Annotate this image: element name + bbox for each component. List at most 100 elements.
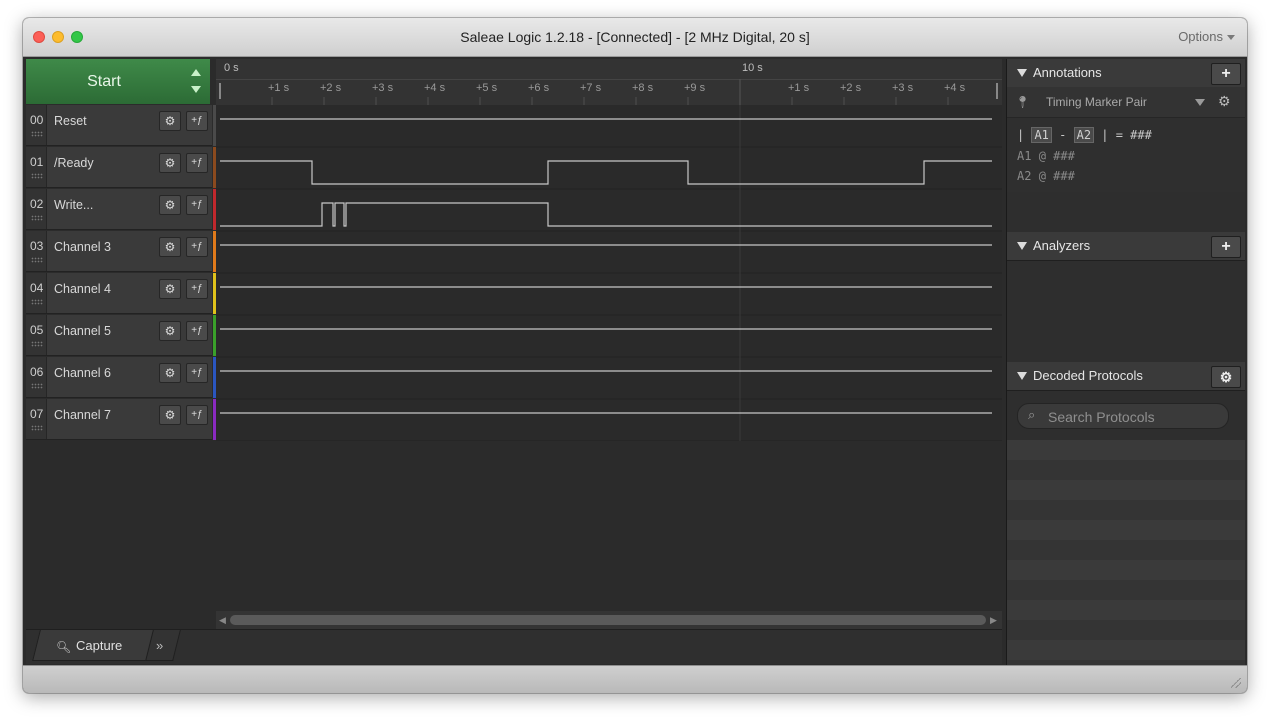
search-protocols-box[interactable]: ⌕ — [1017, 403, 1229, 429]
channel-name[interactable]: Channel 6 — [54, 366, 111, 380]
drag-handle-icon[interactable] — [31, 383, 43, 389]
start-button[interactable]: Start — [26, 59, 183, 104]
measurement-value: = ### — [1115, 128, 1152, 142]
channel-name[interactable]: /Ready — [54, 156, 94, 170]
double-chevron-right-icon[interactable]: » — [156, 638, 163, 653]
empty-waveform-area — [26, 441, 1002, 611]
channel-number: 07 — [30, 407, 44, 421]
channel-settings-button[interactable]: ⚙ — [159, 279, 181, 299]
gear-icon[interactable]: ⚙ — [1218, 93, 1231, 110]
annotations-title: Annotations — [1033, 65, 1102, 80]
analyzers-header[interactable]: Analyzers + — [1007, 232, 1245, 261]
channel-number-cell: 01 — [26, 147, 47, 187]
channel-row[interactable]: 06 Channel 6 ⚙ +ƒ — [26, 357, 212, 398]
status-bar — [23, 665, 1247, 693]
drag-handle-icon[interactable] — [31, 341, 43, 347]
channel-name[interactable]: Channel 7 — [54, 408, 111, 422]
timing-marker-label: Timing Marker Pair — [1046, 95, 1147, 109]
horizontal-scrollbar[interactable]: ◀ ▶ — [216, 611, 1002, 629]
channel-row[interactable]: 01 /Ready ⚙ +ƒ — [26, 147, 212, 188]
add-annotation-button[interactable]: + — [1211, 63, 1241, 85]
channel-row[interactable]: 07 Channel 7 ⚙ +ƒ — [26, 399, 212, 440]
resize-grip-icon[interactable] — [1231, 678, 1241, 688]
channel-number: 02 — [30, 197, 44, 211]
channel-row[interactable]: 04 Channel 4 ⚙ +ƒ — [26, 273, 212, 314]
waveform-area[interactable] — [216, 105, 1002, 441]
collapse-triangle-icon[interactable] — [1017, 242, 1027, 250]
search-input[interactable] — [1046, 406, 1220, 428]
channel-settings-button[interactable]: ⚙ — [159, 153, 181, 173]
channel-number: 04 — [30, 281, 44, 295]
marker-a1-line: A1 @ ### — [1017, 149, 1075, 163]
marker-a2-value: @ ### — [1038, 169, 1075, 183]
scroll-right-arrow-icon[interactable]: ▶ — [990, 615, 997, 626]
channel-settings-button[interactable]: ⚙ — [159, 111, 181, 131]
timing-marker-row[interactable]: 📍︎ Timing Marker Pair ⚙ — [1007, 87, 1245, 118]
drag-handle-icon[interactable] — [31, 215, 43, 221]
channel-trigger-button[interactable]: +ƒ — [186, 321, 208, 341]
decoded-protocols-title: Decoded Protocols — [1033, 368, 1143, 383]
marker-a1-value: @ ### — [1038, 149, 1075, 163]
channel-name[interactable]: Channel 3 — [54, 240, 111, 254]
channel-settings-button[interactable]: ⚙ — [159, 237, 181, 257]
channel-number: 03 — [30, 239, 44, 253]
channel-row[interactable]: 03 Channel 3 ⚙ +ƒ — [26, 231, 212, 272]
marker-a1-box[interactable]: A1 — [1031, 127, 1052, 143]
channel-name[interactable]: Channel 5 — [54, 324, 111, 338]
add-analyzer-button[interactable]: + — [1211, 236, 1241, 258]
channel-name[interactable]: Write... — [54, 198, 93, 212]
channel-settings-button[interactable]: ⚙ — [159, 195, 181, 215]
side-panel: Annotations + 📍︎ Timing Marker Pair ⚙ | … — [1006, 59, 1245, 665]
channel-number: 06 — [30, 365, 44, 379]
marker-a1-label: A1 — [1017, 149, 1032, 163]
drag-handle-icon[interactable] — [31, 257, 43, 263]
channel-number-cell: 04 — [26, 273, 47, 313]
time-ruler[interactable]: 0 s 10 s +1 s +2 s +3 s +4 s +5 s +6 s +… — [216, 59, 1002, 105]
scroll-left-arrow-icon[interactable]: ◀ — [219, 615, 226, 626]
drag-handle-icon[interactable] — [31, 173, 43, 179]
channel-trigger-button[interactable]: +ƒ — [186, 279, 208, 299]
tab-capture-label[interactable]: Capture — [76, 638, 122, 653]
channel-settings-button[interactable]: ⚙ — [159, 363, 181, 383]
marker-a2-box[interactable]: A2 — [1073, 127, 1095, 143]
channel-trigger-button[interactable]: +ƒ — [186, 153, 208, 173]
channel-name[interactable]: Channel 4 — [54, 282, 111, 296]
decoded-protocols-settings-button[interactable]: ⚙ — [1211, 366, 1241, 388]
waveform-canvas[interactable] — [216, 105, 1002, 441]
arrow-down-icon[interactable] — [191, 86, 201, 93]
chevron-down-icon[interactable] — [1195, 99, 1205, 106]
channel-trigger-button[interactable]: +ƒ — [186, 363, 208, 383]
channel-trigger-button[interactable]: +ƒ — [186, 405, 208, 425]
start-options-stepper[interactable] — [182, 59, 210, 104]
channel-row[interactable]: 00 Reset ⚙ +ƒ — [26, 105, 212, 146]
scrollbar-thumb[interactable] — [230, 615, 986, 625]
channel-trigger-button[interactable]: +ƒ — [186, 237, 208, 257]
app-window: Saleae Logic 1.2.18 - [Connected] - [2 M… — [23, 18, 1247, 693]
channel-row[interactable]: 02 Write... ⚙ +ƒ — [26, 189, 212, 230]
channel-number-cell: 07 — [26, 399, 47, 439]
channel-row[interactable]: 05 Channel 5 ⚙ +ƒ — [26, 315, 212, 356]
marker-a2-label: A2 — [1017, 169, 1032, 183]
channel-name[interactable]: Reset — [54, 114, 87, 128]
channel-number-cell: 00 — [26, 105, 47, 145]
annotations-body: | A1 - A2 | = ### A1 @ ### A2 @ ### — [1007, 118, 1245, 192]
options-menu[interactable]: Options — [1178, 29, 1235, 44]
waveform-write — [220, 202, 992, 227]
channel-settings-button[interactable]: ⚙ — [159, 405, 181, 425]
marker-a2-line: A2 @ ### — [1017, 169, 1075, 183]
collapse-triangle-icon[interactable] — [1017, 372, 1027, 380]
channel-settings-button[interactable]: ⚙ — [159, 321, 181, 341]
title-bar: Saleae Logic 1.2.18 - [Connected] - [2 M… — [23, 18, 1247, 57]
annotations-header[interactable]: Annotations + — [1007, 59, 1245, 88]
drag-handle-icon[interactable] — [31, 299, 43, 305]
channel-number: 00 — [30, 113, 44, 127]
channel-number: 05 — [30, 323, 44, 337]
channel-trigger-button[interactable]: +ƒ — [186, 111, 208, 131]
collapse-triangle-icon[interactable] — [1017, 69, 1027, 77]
decoded-protocols-header[interactable]: Decoded Protocols ⚙ — [1007, 362, 1245, 391]
channel-trigger-button[interactable]: +ƒ — [186, 195, 208, 215]
drag-handle-icon[interactable] — [31, 425, 43, 431]
arrow-up-icon[interactable] — [191, 69, 201, 76]
drag-handle-icon[interactable] — [31, 131, 43, 137]
measurement-line: | A1 - A2 | = ### — [1017, 127, 1152, 143]
